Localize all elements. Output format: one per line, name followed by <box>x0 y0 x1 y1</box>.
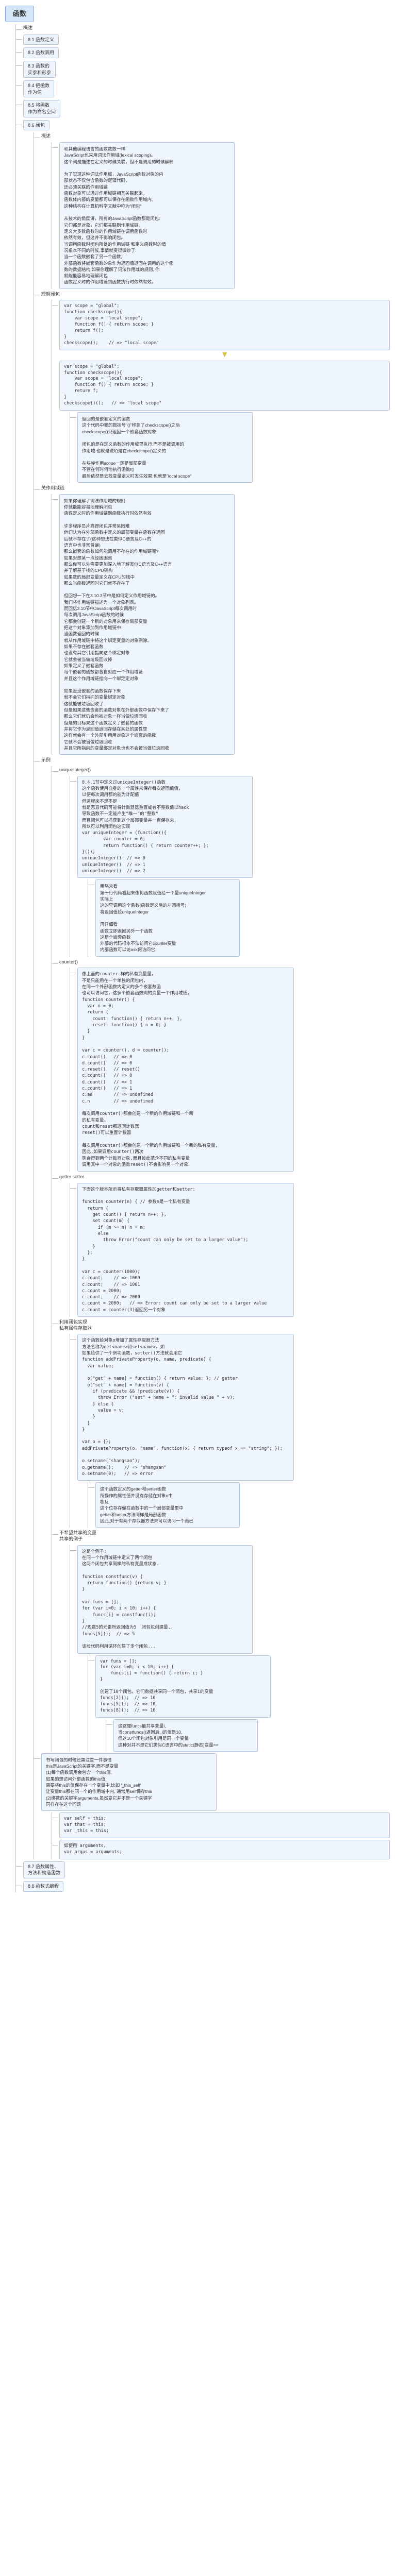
ex5-code2: var funs = []; for (var i=0; i < 10; i++… <box>95 1655 271 1718</box>
closure-overview-label: 概述 <box>41 132 390 141</box>
ex-counter-label: counter() <box>59 958 390 967</box>
sec-8-5: 8.5 将函数 作为命名空间 <box>23 100 60 117</box>
examples-label: 示例 <box>41 756 390 765</box>
sec-8-7: 8.7 函数属性、 方法和构造函数 <box>23 1861 65 1878</box>
sec-8-3: 8.3 函数的 实参和形参 <box>23 61 56 78</box>
ex-uniqueinteger-label: uniqueInteger() <box>59 766 390 774</box>
root-node: 函数 <box>5 6 34 22</box>
sec-8-2: 8.2 函数调用 <box>23 47 59 58</box>
sec-overview: 概述 <box>23 24 390 32</box>
sec-8-1: 8.1 函数定义 <box>23 35 59 45</box>
closure-overview-body: 和其他编程语言的函数数数一样 JavaScript也采用词法作用域(lexica… <box>59 142 235 289</box>
ex3-code: 下面这个版本所示将私有存取器属性加getter和setter: function… <box>77 1183 294 1317</box>
notes-code-2: 如使用 arguments, var argus = arguments; <box>59 1840 390 1859</box>
ex-getter-setter-label: getter setter <box>59 1173 390 1181</box>
scope-chain-label: 关作用域链 <box>41 484 390 493</box>
closure-notes-body: 书写闭包的时候还需注意一件事情 this是JavaScript的关键字,而不是变… <box>41 1753 217 1811</box>
ex4-note: 这个函数定义的getter和setter函数 所操作的属性值并没有存储在对象o中… <box>95 1482 240 1528</box>
lex-note: 返回的是嵌套定义的函数 这个代码中我的数括号"()"移到了checkscope(… <box>77 412 253 483</box>
ex2-code: 像上面的counter—样的私有变量量， 不是只能用在一个单独的闭包内， 在同一… <box>77 968 294 1172</box>
ex5-body: 这是个例子: 在同一个作用域链中定义了两个闭包 这两个闭包共享同样的私有变量成状… <box>77 1545 253 1654</box>
notes-code-1: var self = this; var that = this; var _t… <box>59 1812 390 1838</box>
sec-8-6-closure: 8.6 闭包 <box>23 120 50 131</box>
lex-code-2: var scope = "global"; function checkscop… <box>59 361 390 411</box>
scope-chain-body: 如果你理解了词法作用域的规则 你就能能容易地理解闭包 函数定义时的作用域链到函数… <box>59 494 235 755</box>
ex-shared-var-label: 不希望共享的变量 共享的例子 <box>59 1529 390 1543</box>
ex1-box2: 粗略来看 第一行代码看起来像将函数赋值给一个量uniqueInteger 实际上… <box>95 879 240 956</box>
sec-8-4: 8.4 把函数 作为值 <box>23 80 54 97</box>
ex5-note: 这这里funcs最共享变量i, 当constfuncs()返回后, i的值是10… <box>113 1719 258 1752</box>
sec-8-8: 8.8 函数式编程 <box>23 1881 63 1892</box>
ex4-code: 这个函数给对象o增加了属性存取器方法 方法名称为get<name>和set<na… <box>77 1334 294 1481</box>
ex1-box1: 8.4.1节中定义过uniqueInteger()函数 这个函数使用自身的一个属… <box>77 776 253 878</box>
lex-code-1: var scope = "global"; function checkscop… <box>59 300 390 350</box>
arrow-down-icon: ▼ <box>221 350 229 359</box>
ex-private-prop-label: 利用闭包实现 私有属性存取器 <box>59 1318 390 1332</box>
understand-closure-label: 理解闭包 <box>41 291 390 299</box>
